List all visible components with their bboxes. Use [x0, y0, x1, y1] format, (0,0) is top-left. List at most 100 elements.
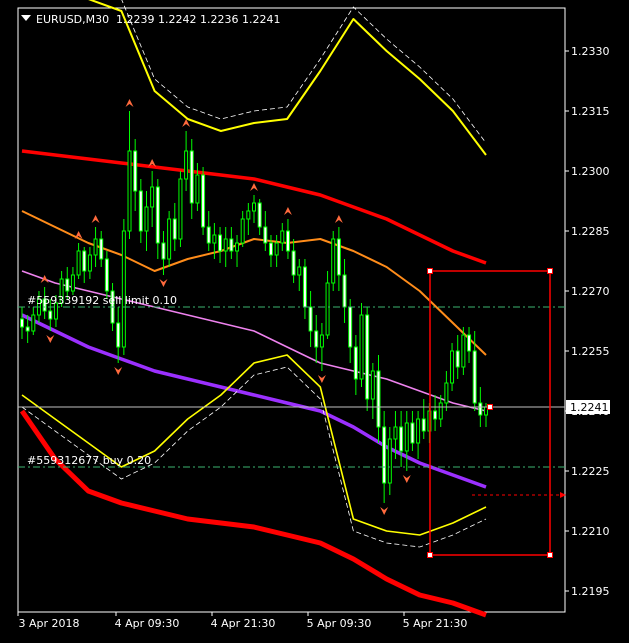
candle-body	[25, 326, 30, 332]
candle-body	[252, 202, 256, 212]
candle-body	[195, 174, 200, 204]
candle-body	[246, 210, 251, 220]
candle-body	[348, 306, 353, 348]
y-tick-label: 1.2285	[571, 225, 610, 238]
candle-body	[155, 186, 160, 244]
candle-body	[365, 314, 370, 400]
candle-body	[393, 426, 398, 440]
candle-body	[178, 178, 183, 240]
candle-body	[342, 274, 347, 308]
candle-body	[150, 186, 155, 208]
candle-body	[31, 314, 36, 332]
candle-body	[280, 230, 285, 244]
candle-body	[48, 310, 53, 320]
candle-body	[263, 226, 268, 244]
x-tick-label: 4 Apr 09:30	[115, 617, 180, 630]
candle-body	[444, 382, 449, 404]
selection-handle	[547, 268, 553, 274]
price-chart[interactable]: 1.2330 1.2315 1.2300 1.2285 1.2270 1.2255 1.22…	[0, 0, 629, 643]
candle-body	[387, 438, 392, 484]
y-tick-label: 1.2330	[571, 45, 610, 58]
candle-body	[223, 238, 228, 252]
candle-body	[206, 226, 211, 244]
y-tick-label: 1.2315	[571, 105, 610, 118]
candle-body	[308, 306, 313, 332]
candle-body	[70, 274, 75, 292]
candle-body	[65, 278, 70, 292]
candle-body	[229, 238, 234, 252]
candle-body	[133, 150, 138, 192]
candle-body	[325, 282, 330, 336]
candle-body	[285, 230, 290, 252]
candle-body	[99, 238, 104, 260]
order-label-2: #559312677 buy 0.20	[27, 454, 151, 467]
candle-body	[297, 266, 302, 276]
candle-body	[450, 350, 455, 384]
candle-body	[331, 238, 336, 284]
candle-body	[235, 242, 240, 252]
candle-body	[76, 250, 81, 276]
candle-body	[189, 150, 194, 204]
x-tick-label: 3 Apr 2018	[18, 617, 79, 630]
candle-body	[144, 206, 149, 232]
candle-body	[87, 254, 92, 272]
candle-body	[291, 250, 296, 276]
candle-body	[319, 334, 324, 348]
current-price-label: 1.2241	[570, 401, 609, 414]
y-tick-label: 1.2270	[571, 285, 610, 298]
candle-body	[467, 334, 472, 352]
candle-body	[257, 202, 262, 228]
candle-body	[421, 418, 426, 432]
candle-body	[138, 190, 143, 232]
candle-body	[82, 250, 87, 272]
candle-body	[370, 370, 375, 400]
candle-body	[218, 234, 223, 252]
candle-body	[268, 242, 273, 256]
selection-handle	[427, 552, 433, 558]
candle-body	[274, 242, 279, 256]
y-tick-label: 1.2195	[571, 585, 610, 598]
symbol-label: EURUSD,M30	[36, 13, 109, 26]
selection-handle	[427, 268, 433, 274]
candle-body	[353, 346, 358, 380]
ohlc-values: 1.2239 1.2242 1.2236 1.2241	[116, 13, 280, 26]
candle-body	[121, 230, 126, 348]
candle-body	[167, 218, 172, 260]
candle-body	[382, 426, 387, 484]
candle-body	[410, 422, 415, 444]
candle-body	[20, 318, 24, 328]
candle-body	[399, 426, 404, 452]
candle-body	[404, 422, 409, 452]
candle-body	[212, 234, 217, 244]
x-tick-label: 5 Apr 21:30	[403, 617, 468, 630]
y-tick-label: 1.2255	[571, 345, 610, 358]
candle-body	[302, 266, 307, 308]
chart-header: EURUSD,M30 1.2239 1.2242 1.2236 1.2241	[21, 13, 280, 26]
candle-body	[127, 150, 132, 232]
candle-body	[172, 218, 177, 240]
candle-body	[184, 150, 189, 180]
candle-body	[416, 418, 421, 444]
x-tick-label: 5 Apr 09:30	[307, 617, 372, 630]
candle-body	[336, 238, 341, 276]
candle-body	[478, 402, 483, 416]
order-label-1: #559339192 sell limit 0.10	[27, 294, 177, 307]
candle-body	[376, 370, 381, 428]
candle-body	[240, 218, 245, 244]
candle-body	[314, 330, 319, 348]
y-tick-label: 1.2210	[571, 525, 610, 538]
selection-handle	[487, 404, 493, 410]
candle-body	[461, 334, 466, 368]
candle-body	[438, 402, 443, 420]
x-tick-label: 4 Apr 21:30	[211, 617, 276, 630]
candle-body	[116, 322, 121, 348]
candle-body	[455, 350, 460, 368]
candle-body	[104, 258, 109, 292]
y-tick-label: 1.2225	[571, 465, 610, 478]
selection-handle	[547, 552, 553, 558]
candle-body	[161, 242, 166, 260]
candle-body	[201, 174, 206, 228]
candle-body	[433, 410, 438, 420]
y-tick-label: 1.2300	[571, 165, 610, 178]
candle-body	[472, 350, 477, 404]
